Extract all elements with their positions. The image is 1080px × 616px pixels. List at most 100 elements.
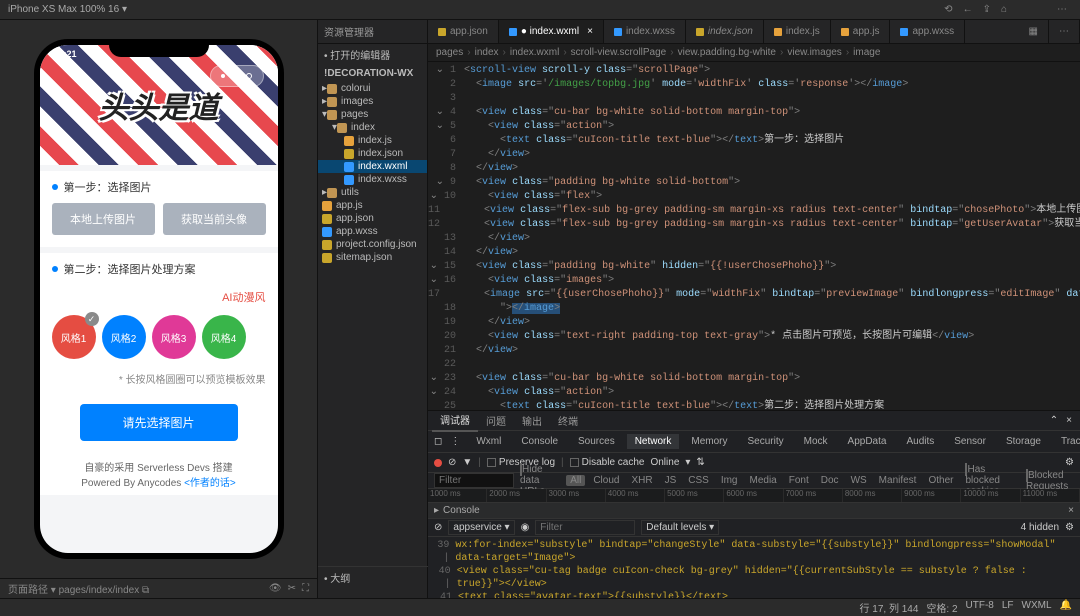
status-bar: 行 17, 列 144 空格: 2 UTF-8 LF WXML 🔔 <box>0 598 1080 616</box>
tree-index.wxss[interactable]: index.wxss <box>318 173 427 186</box>
share-icon[interactable]: ⇪ <box>983 4 991 15</box>
encoding[interactable]: UTF-8 <box>966 600 994 615</box>
tab-index.json[interactable]: index.json <box>686 20 764 43</box>
tree-pages[interactable]: ▾ pages <box>318 108 427 121</box>
tab-index.wxml[interactable]: ● index.wxml × <box>499 20 604 43</box>
filter-input[interactable] <box>434 473 514 488</box>
author-link[interactable]: <作者的话> <box>184 478 236 489</box>
tab-app.json[interactable]: app.json <box>428 20 499 43</box>
tree-app.js[interactable]: app.js <box>318 199 427 212</box>
project-root[interactable]: !DECORATION-WX <box>318 65 427 82</box>
avatar-button[interactable]: 获取当前头像 <box>163 203 266 235</box>
style-hint: * 长按风格圆圈可以预览模板效果 <box>40 365 278 392</box>
tree-index.json[interactable]: index.json <box>318 147 427 160</box>
levels-select[interactable]: Default levels ▾ <box>641 520 719 535</box>
editor-pane: app.json● index.wxml ×index.wxssindex.js… <box>428 20 1080 598</box>
back-icon[interactable]: ← <box>963 4 973 15</box>
step2-label: 第二步：选择图片处理方案 <box>64 261 196 277</box>
rotate-icon[interactable]: ⟲ <box>944 4 952 15</box>
tree-sitemap.json[interactable]: sitemap.json <box>318 251 427 264</box>
devtool-wxml[interactable]: Wxml <box>468 434 509 449</box>
footer-line1: 自豪的采用 Serverless Devs 搭建 <box>40 459 278 474</box>
expand-icon[interactable]: ⛶ <box>302 583 309 594</box>
tree-utils[interactable]: ▸ utils <box>318 186 427 199</box>
explorer-pane: 资源管理器 • 打开的编辑器 !DECORATION-WX ▸ colorui▸… <box>318 20 428 598</box>
footer-line2: Powered By Anycodes <box>81 478 184 489</box>
home-icon[interactable]: ⌂ <box>1001 4 1007 15</box>
check-icon: ✓ <box>85 312 99 326</box>
banner-title: 头头是道 <box>99 83 219 127</box>
filter-icon[interactable]: ▼ <box>462 457 472 468</box>
code-editor[interactable]: ⌄ 1<scroll-view scroll-y class="scrollPa… <box>428 62 1080 410</box>
console-header[interactable]: Console <box>443 505 480 516</box>
eye-icon[interactable]: 👁 <box>269 583 282 594</box>
devtool-storage[interactable]: Storage <box>998 434 1049 449</box>
devtools-panel-tabs: 调试器问题输出终端⌃× <box>428 411 1080 431</box>
clear-icon[interactable]: ⊘ <box>448 457 456 468</box>
explorer-title: 资源管理器 <box>318 20 427 44</box>
top-menubar: iPhone XS Max 100% 16 ▾ ⟲ ← ⇪ ⌂ ⋯ <box>0 0 1080 20</box>
tree-project.config.json[interactable]: project.config.json <box>318 238 427 251</box>
phone-frame: 16:21 头头是道 第一步：选择图片 本地上传图片 获取当前头像 <box>34 39 284 559</box>
style-2[interactable]: 风格2 <box>102 315 146 359</box>
page-path[interactable]: pages/index/index <box>59 585 140 596</box>
record-icon[interactable] <box>434 459 442 467</box>
devtool-network[interactable]: Network <box>627 434 680 449</box>
style-label: AI动漫风 <box>222 289 265 305</box>
devtool-console[interactable]: Console <box>513 434 566 449</box>
tree-app.json[interactable]: app.json <box>318 212 427 225</box>
status-time: 16:21 <box>54 49 77 59</box>
breadcrumbs[interactable]: pages›index›index.wxml›scroll-view.scrol… <box>428 44 1080 62</box>
simulator-pane: 16:21 头头是道 第一步：选择图片 本地上传图片 获取当前头像 <box>0 20 318 598</box>
style-3[interactable]: 风格3 <box>152 315 196 359</box>
console-clear-icon[interactable]: ⊘ <box>434 522 442 533</box>
tree-index.wxml[interactable]: index.wxml <box>318 160 427 173</box>
console-close-icon[interactable]: × <box>1068 505 1074 516</box>
tab-index.wxss[interactable]: index.wxss <box>604 20 686 43</box>
eol[interactable]: LF <box>1002 600 1014 615</box>
settings-icon[interactable]: ⚙ <box>1065 457 1074 468</box>
context-select[interactable]: appservice ▾ <box>448 520 514 535</box>
devtool-security[interactable]: Security <box>740 434 792 449</box>
tab-index.js[interactable]: index.js <box>764 20 831 43</box>
console-settings-icon[interactable]: ⚙ <box>1065 522 1074 533</box>
style-4[interactable]: 风格4 <box>202 315 246 359</box>
cut-icon[interactable]: ✂ <box>288 583 296 594</box>
tree-images[interactable]: ▸ images <box>318 95 427 108</box>
tree-index[interactable]: ▾ index <box>318 121 427 134</box>
devtools: 调试器问题输出终端⌃× ◻⋮WxmlConsoleSourcesNetworkM… <box>428 410 1080 598</box>
devtool-appdata[interactable]: AppData <box>840 434 895 449</box>
indent[interactable]: 空格: 2 <box>926 600 957 615</box>
console-filter[interactable] <box>535 520 635 535</box>
select-photo-button[interactable]: 请先选择图片 <box>80 404 238 441</box>
more-icon[interactable]: ⋯ <box>1057 4 1067 15</box>
bell-icon[interactable]: 🔔 <box>1060 600 1072 615</box>
tree-colorui[interactable]: ▸ colorui <box>318 82 427 95</box>
device-label[interactable]: iPhone XS Max 100% 16 ▾ <box>8 4 127 15</box>
tab-app.js[interactable]: app.js <box>831 20 891 43</box>
language[interactable]: WXML <box>1022 600 1052 615</box>
step1-label: 第一步：选择图片 <box>64 179 152 195</box>
open-editors[interactable]: • 打开的编辑器 <box>318 44 427 65</box>
editor-tabs: app.json● index.wxml ×index.wxssindex.js… <box>428 20 1080 44</box>
devtool-trace[interactable]: Trace <box>1053 434 1080 449</box>
devtools-toolbar: ◻⋮WxmlConsoleSourcesNetworkMemorySecurit… <box>428 431 1080 453</box>
style-1[interactable]: 风格1✓ <box>52 315 96 359</box>
devtool-audits[interactable]: Audits <box>898 434 942 449</box>
devtool-mock[interactable]: Mock <box>796 434 836 449</box>
capsule-button[interactable] <box>210 65 264 87</box>
console-output[interactable]: 39 | wx:for-index="substyle" bindtap="ch… <box>428 537 1080 598</box>
style-circles: 风格1✓ 风格2 风格3 风格4 <box>40 309 278 365</box>
devtool-sources[interactable]: Sources <box>570 434 623 449</box>
cursor-pos[interactable]: 行 17, 列 144 <box>859 600 918 615</box>
tab-app.wxss[interactable]: app.wxss <box>890 20 965 43</box>
outline[interactable]: • 大纲 <box>318 566 428 588</box>
devtool-sensor[interactable]: Sensor <box>946 434 994 449</box>
eye-icon[interactable]: ◉ <box>521 522 530 533</box>
upload-button[interactable]: 本地上传图片 <box>52 203 155 235</box>
tree-app.wxss[interactable]: app.wxss <box>318 225 427 238</box>
devtool-memory[interactable]: Memory <box>683 434 735 449</box>
banner: 头头是道 <box>40 45 278 165</box>
tree-index.js[interactable]: index.js <box>318 134 427 147</box>
network-timeline[interactable]: 1000 ms2000 ms3000 ms4000 ms5000 ms6000 … <box>428 489 1080 503</box>
